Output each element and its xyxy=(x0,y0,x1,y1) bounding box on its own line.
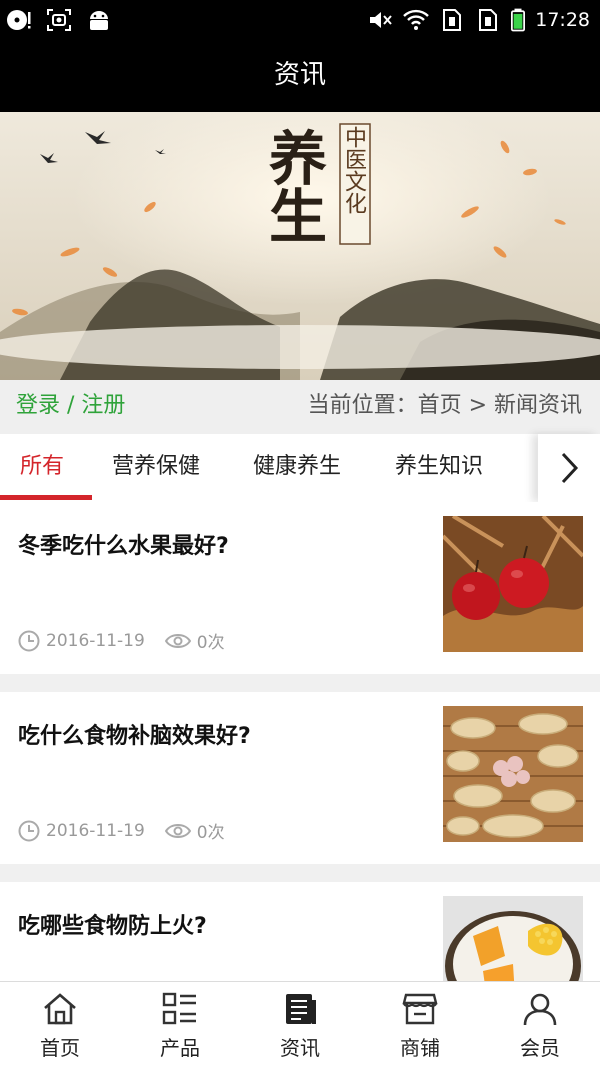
article-meta: 2016-11-19 0次 xyxy=(18,818,225,843)
cd-icon xyxy=(7,10,31,30)
banner-image[interactable]: 养生 中医文化 xyxy=(0,112,600,380)
sim2-icon xyxy=(479,9,498,31)
breadcrumb: 登录 / 注册 当前位置：首页 > 新闻资讯 xyxy=(0,380,600,434)
nav-home[interactable]: 首页 xyxy=(0,982,120,1068)
article-meta: 2016-11-19 0次 xyxy=(18,628,225,653)
nav-shop-label: 商铺 xyxy=(400,1036,440,1060)
eye-icon xyxy=(164,633,191,648)
eye-icon xyxy=(164,823,191,838)
status-bar: 17:28 xyxy=(0,0,600,42)
screenshot-icon xyxy=(47,9,71,31)
banner-seal: 中医文化 xyxy=(341,126,366,214)
active-tab-indicator xyxy=(0,495,92,500)
banner-calligraphy: 养生 xyxy=(259,128,327,244)
tabs-next-button[interactable] xyxy=(538,434,600,502)
nav-shop[interactable]: 商铺 xyxy=(360,982,480,1068)
article-title: 吃什么食物补脑效果好? xyxy=(18,724,251,749)
article-views: 0次 xyxy=(196,633,225,653)
current-location: 当前位置：首页 > 新闻资讯 xyxy=(307,393,582,418)
home-icon xyxy=(44,993,76,1025)
tab-health[interactable]: 健康养生 xyxy=(253,434,341,502)
tab-all[interactable]: 所有 xyxy=(20,434,64,502)
red-apples-image[interactable] xyxy=(443,516,583,652)
nav-home-label: 首页 xyxy=(40,1036,80,1060)
peanuts-image[interactable] xyxy=(443,706,583,842)
article-item[interactable]: 吃什么食物补脑效果好? 2016-11-19 0次 xyxy=(0,692,600,864)
shop-icon xyxy=(402,993,438,1025)
article-title: 吃哪些食物防上火? xyxy=(18,914,207,939)
article-item[interactable]: 冬季吃什么水果最好? 2016-11-19 0次 xyxy=(0,502,600,674)
mute-icon xyxy=(370,12,392,28)
user-icon xyxy=(523,993,557,1026)
article-title: 冬季吃什么水果最好? xyxy=(18,534,229,559)
nav-member[interactable]: 会员 xyxy=(480,982,600,1068)
news-icon xyxy=(286,994,316,1024)
grid-list-icon xyxy=(162,992,196,1025)
nav-news-label: 资讯 xyxy=(280,1036,320,1060)
tab-nutrition[interactable]: 营养保健 xyxy=(112,434,200,502)
nav-products[interactable]: 产品 xyxy=(120,982,240,1068)
login-register-link[interactable]: 登录 / 注册 xyxy=(16,380,125,432)
page-title-bar: 资讯 xyxy=(0,42,600,112)
chevron-right-icon xyxy=(561,452,579,484)
page-title: 资讯 xyxy=(273,60,326,90)
clock: 17:28 xyxy=(535,9,590,31)
category-tabs: 所有 营养保健 健康养生 养生知识 xyxy=(0,434,600,502)
wifi-icon xyxy=(403,9,430,30)
nav-products-label: 产品 xyxy=(160,1036,200,1060)
tab-knowledge[interactable]: 养生知识 xyxy=(395,434,483,502)
nav-member-label: 会员 xyxy=(520,1036,560,1060)
nav-news[interactable]: 资讯 xyxy=(240,982,360,1068)
sim1-icon xyxy=(443,9,462,31)
article-views: 0次 xyxy=(196,823,225,843)
clock-icon xyxy=(18,820,40,841)
clock-icon xyxy=(18,630,40,651)
article-date: 2016-11-19 xyxy=(46,630,145,651)
bottom-nav: 首页 产品 资讯 商铺 会员 xyxy=(0,981,600,1068)
battery-icon xyxy=(511,8,526,32)
article-date: 2016-11-19 xyxy=(46,820,145,841)
android-icon xyxy=(90,11,108,30)
